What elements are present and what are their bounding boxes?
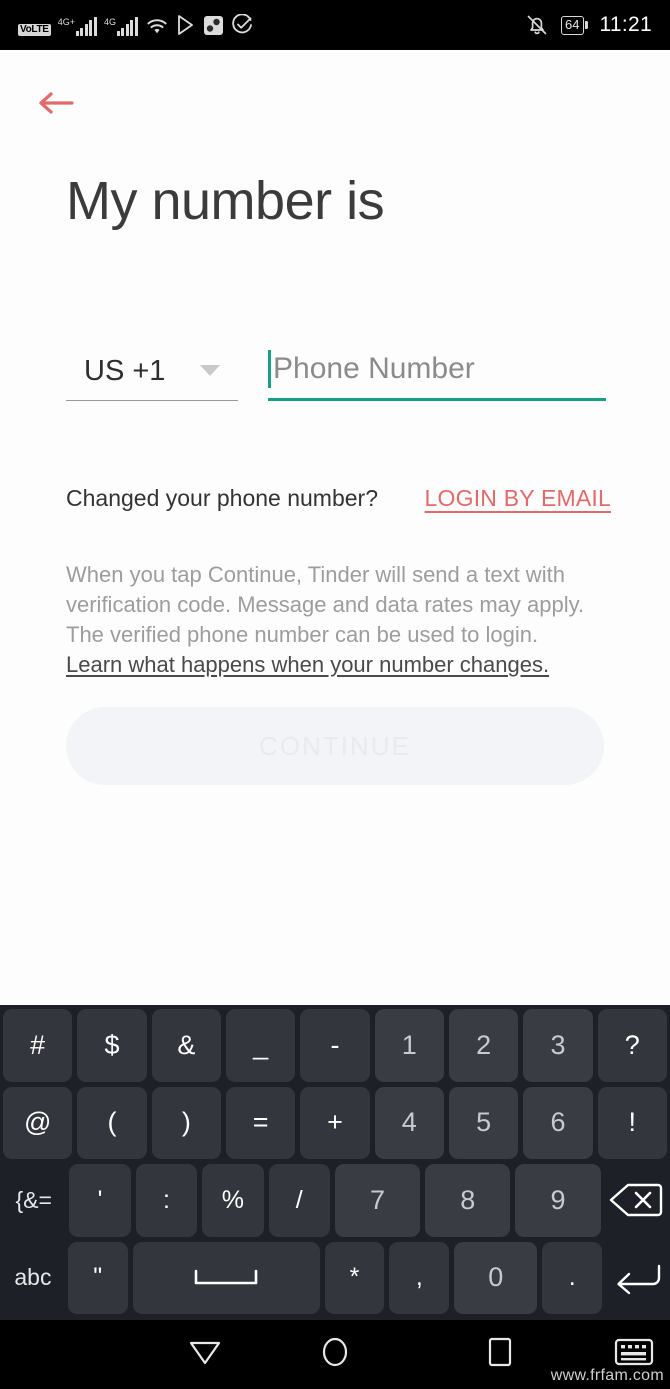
key-@[interactable]: @ (3, 1086, 73, 1159)
app-icon (203, 15, 224, 36)
key-1[interactable]: 1 (374, 1009, 444, 1082)
space-bar[interactable] (132, 1241, 320, 1314)
key-4[interactable]: 4 (374, 1086, 444, 1159)
play-store-icon (176, 14, 196, 36)
key-"[interactable]: " (67, 1241, 128, 1314)
chevron-down-icon (200, 365, 220, 376)
enter-icon[interactable] (607, 1242, 667, 1315)
key-%[interactable]: % (202, 1164, 264, 1237)
key-2[interactable]: 2 (448, 1009, 519, 1082)
key-&[interactable]: & (151, 1009, 221, 1082)
status-bar-clock: 11:21 (599, 13, 652, 36)
nav-recents-square-icon (483, 1335, 517, 1374)
text-cursor (268, 350, 271, 388)
key--[interactable]: - (300, 1009, 370, 1082)
key-?[interactable]: ? (597, 1009, 667, 1082)
volte-icon: VoLTE (18, 23, 51, 36)
signal-4g-icon: 4G (104, 17, 138, 36)
learn-more-link[interactable]: Learn what happens when your number chan… (66, 650, 549, 680)
continue-button[interactable]: CONTINUE (66, 707, 604, 785)
changed-number-question: Changed your phone number? (66, 485, 379, 511)
keyboard-row: {&= ':%/7 8 9 (3, 1164, 667, 1237)
status-bar-left-icons: VoLTE 4G+ 4G (18, 14, 253, 36)
nav-back-button[interactable] (186, 1335, 224, 1374)
key-+[interactable]: + (300, 1086, 370, 1159)
wifi-icon (145, 16, 169, 36)
key-symbols[interactable]: {&= (3, 1164, 64, 1237)
key-)[interactable]: ) (151, 1086, 221, 1159)
key-,[interactable]: , (389, 1241, 450, 1314)
key-.[interactable]: . (542, 1241, 603, 1314)
key-6[interactable]: 6 (523, 1086, 593, 1159)
on-screen-keyboard: # $ & _ -1 2 3? @() = +4 5 6! {&= ':%/7 8 9 abc " *, 0. (0, 1005, 670, 1320)
check-circle-icon (231, 14, 253, 36)
app-content: My number is US +1 Phone Number Changed … (0, 50, 670, 1005)
phone-screen: VoLTE 4G+ 4G 64 11:21 My number is US +1… (0, 0, 670, 1389)
key-9[interactable]: 9 (515, 1164, 601, 1237)
key-:[interactable]: : (135, 1164, 198, 1237)
status-bar: VoLTE 4G+ 4G 64 11:21 (0, 0, 670, 50)
legal-disclaimer: When you tap Continue, Tinder will send … (66, 560, 596, 680)
phone-entry-row: US +1 Phone Number (66, 350, 606, 401)
key-*[interactable]: * (324, 1241, 385, 1314)
signal-4g-plus-icon: 4G+ (58, 17, 97, 36)
login-by-email-link[interactable]: LOGIN BY EMAIL (425, 485, 611, 512)
key-abc[interactable]: abc (3, 1242, 63, 1315)
key-=[interactable]: = (225, 1086, 296, 1159)
key-![interactable]: ! (597, 1086, 667, 1159)
nav-back-triangle-icon (186, 1335, 224, 1374)
key-/[interactable]: / (268, 1164, 330, 1237)
key-0[interactable]: 0 (454, 1241, 538, 1314)
keyboard-row: abc " *, 0. (3, 1241, 667, 1315)
watermark: www.frfam.com (550, 1367, 664, 1384)
battery-icon: 64 (561, 15, 588, 35)
key-([interactable]: ( (77, 1086, 147, 1159)
key-8[interactable]: 8 (425, 1164, 511, 1237)
key-$[interactable]: $ (77, 1009, 147, 1082)
country-code-dropdown[interactable]: US +1 (66, 355, 238, 401)
country-code-value: US +1 (84, 355, 166, 387)
phone-number-placeholder: Phone Number (273, 352, 475, 385)
keyboard-row: @() = +4 5 6! (3, 1086, 667, 1159)
legal-text: When you tap Continue, Tinder will send … (66, 562, 585, 647)
backspace-icon[interactable] (606, 1164, 667, 1237)
battery-level: 64 (561, 15, 584, 35)
status-bar-right-icons: 64 11:21 (525, 13, 652, 37)
keyboard-row: # $ & _ -1 2 3? (3, 1009, 667, 1082)
nav-home-button[interactable] (317, 1334, 353, 1375)
mute-bell-icon (525, 13, 549, 37)
key-3[interactable]: 3 (523, 1009, 593, 1082)
key-'[interactable]: ' (69, 1164, 131, 1237)
key-5[interactable]: 5 (448, 1086, 519, 1159)
key-_[interactable]: _ (225, 1009, 296, 1082)
changed-number-row: Changed your phone number? LOGIN BY EMAI… (66, 485, 611, 512)
key-#[interactable]: # (3, 1009, 73, 1082)
back-button[interactable] (28, 80, 84, 130)
phone-number-input[interactable]: Phone Number (268, 350, 606, 401)
key-7[interactable]: 7 (334, 1164, 421, 1237)
android-navigation-bar: www.frfam.com (0, 1320, 670, 1389)
nav-recents-button[interactable] (483, 1335, 517, 1374)
page-title: My number is (66, 171, 385, 231)
back-arrow-icon (36, 88, 76, 123)
nav-home-circle-icon (317, 1334, 353, 1375)
